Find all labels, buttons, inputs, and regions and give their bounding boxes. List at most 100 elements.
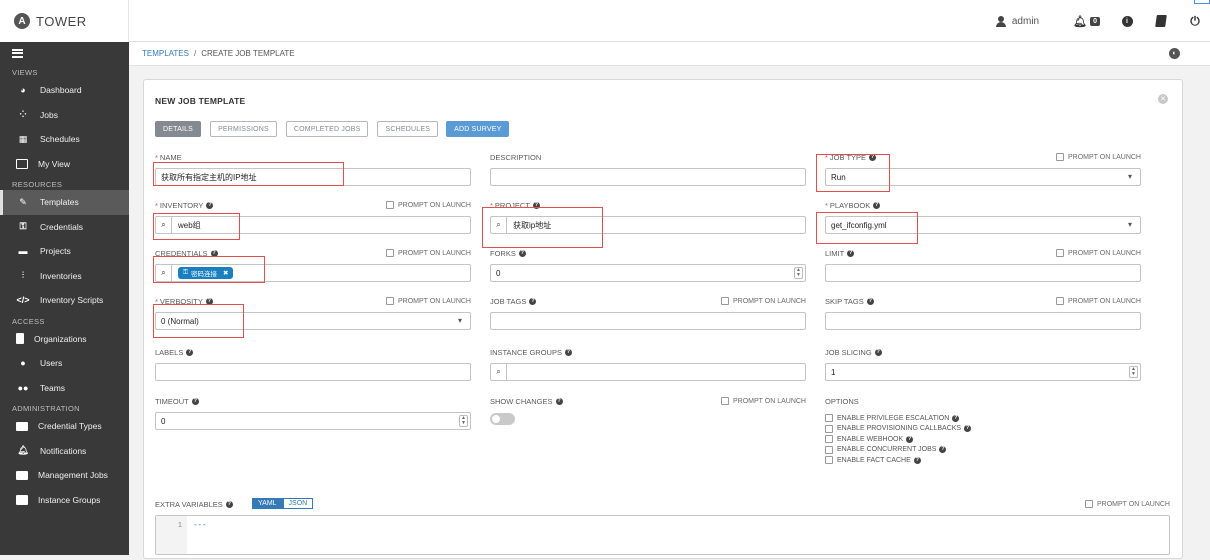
logout-button[interactable]: ⏻ xyxy=(1188,14,1202,28)
help-icon[interactable]: ? xyxy=(874,349,882,356)
help-icon[interactable]: ? xyxy=(532,202,540,209)
tab-schedules[interactable]: SCHEDULES xyxy=(377,121,439,137)
json-toggle-button[interactable]: JSON xyxy=(282,498,314,509)
help-icon[interactable]: ? xyxy=(518,250,526,257)
notifications-button[interactable]: 🔔︎ 0 xyxy=(1073,14,1100,28)
help-icon[interactable]: ? xyxy=(529,298,537,305)
stepper-icon[interactable]: ▲ ▼ xyxy=(1129,366,1138,378)
breadcrumb-templates-link[interactable]: TEMPLATES xyxy=(142,49,189,58)
sidebar-item-dashboard[interactable]: ◕ Dashboard xyxy=(0,78,129,103)
help-icon[interactable]: ? xyxy=(906,435,914,443)
inventory-lookup[interactable]: ⌕ web组 xyxy=(155,216,471,234)
extra-variables-prompt-on-launch[interactable]: PROMPT ON LAUNCH xyxy=(1085,500,1170,508)
menu-toggle-button[interactable] xyxy=(0,42,129,64)
line-number: 1 xyxy=(156,516,187,554)
brand-logo[interactable]: A TOWER xyxy=(0,0,129,42)
about-button[interactable]: i xyxy=(1120,14,1134,28)
remove-tag-icon[interactable]: ✖ xyxy=(223,269,228,277)
search-icon[interactable]: ⌕ xyxy=(156,217,172,233)
help-icon[interactable]: ? xyxy=(191,398,199,405)
verbosity-field: * VERBOSITY? PROMPT ON LAUNCH 0 (Normal) xyxy=(155,297,471,331)
sidebar-item-credential-types[interactable]: Credential Types xyxy=(0,414,129,439)
help-icon[interactable]: ? xyxy=(866,298,874,305)
job-tags-input[interactable] xyxy=(490,312,806,330)
description-input[interactable] xyxy=(490,168,806,186)
help-icon[interactable]: ? xyxy=(873,202,881,209)
sidebar-item-notifications[interactable]: 🔔︎ Notifications xyxy=(0,439,129,464)
sidebar-item-inventories[interactable]: ⫶ Inventories xyxy=(0,264,129,289)
sidebar-item-instance-groups[interactable]: Instance Groups xyxy=(0,488,129,513)
skip-tags-prompt-on-launch[interactable]: PROMPT ON LAUNCH xyxy=(1056,297,1141,305)
enable-fact-cache-checkbox[interactable]: ENABLE FACT CACHE? xyxy=(825,455,971,466)
name-input[interactable]: 获取所有指定主机的IP地址 xyxy=(155,168,471,186)
job-slicing-input[interactable]: 1 ▲ ▼ xyxy=(825,363,1141,381)
close-icon[interactable]: ✕ xyxy=(1158,94,1168,104)
sidebar-item-inventory-scripts[interactable]: </> Inventory Scripts xyxy=(0,288,129,313)
sidebar-item-schedules[interactable]: ▦ Schedules xyxy=(0,127,129,152)
forks-input[interactable]: 0 ▲ ▼ xyxy=(490,264,806,282)
stepper-icon[interactable]: ▲ ▼ xyxy=(794,267,803,279)
help-icon[interactable]: ? xyxy=(964,425,972,433)
playbook-select[interactable]: get_ifconfig.yml xyxy=(825,216,1141,234)
help-icon[interactable]: ? xyxy=(210,250,218,257)
help-icon[interactable]: ? xyxy=(952,414,960,422)
inventory-value: web组 xyxy=(178,220,201,230)
search-icon[interactable]: ⌕ xyxy=(156,265,172,281)
project-lookup[interactable]: ⌕ 获取ip地址 xyxy=(490,216,806,234)
add-survey-button[interactable]: ADD SURVEY xyxy=(446,121,510,137)
credentials-lookup[interactable]: ⌕ ⚿ 密码连接 ✖ xyxy=(155,264,471,282)
inventory-prompt-on-launch[interactable]: PROMPT ON LAUNCH xyxy=(386,201,471,209)
labels-input[interactable] xyxy=(155,363,471,381)
limit-input[interactable] xyxy=(825,264,1141,282)
enable-webhook-checkbox[interactable]: ENABLE WEBHOOK? xyxy=(825,434,971,445)
sidebar-item-credentials[interactable]: ⚿ Credentials xyxy=(0,215,129,240)
instance-groups-lookup[interactable]: ⌕ xyxy=(490,363,806,381)
sidebar-item-label: Projects xyxy=(40,246,71,257)
user-menu[interactable]: admin xyxy=(995,15,1039,27)
inventory-label: INVENTORY xyxy=(159,201,204,210)
help-icon[interactable]: ? xyxy=(913,456,921,464)
show-changes-prompt-on-launch[interactable]: PROMPT ON LAUNCH xyxy=(721,397,806,405)
help-icon[interactable]: ? xyxy=(225,501,233,508)
credentials-prompt-on-launch[interactable]: PROMPT ON LAUNCH xyxy=(386,249,471,257)
help-icon[interactable]: ? xyxy=(206,202,214,209)
sidebar-item-projects[interactable]: ▬ Projects xyxy=(0,239,129,264)
help-icon[interactable]: ? xyxy=(869,154,877,161)
skip-tags-input[interactable] xyxy=(825,312,1141,330)
timeout-input[interactable]: 0 ▲ ▼ xyxy=(155,412,471,430)
show-changes-toggle[interactable] xyxy=(490,413,515,425)
search-icon[interactable]: ⌕ xyxy=(491,217,507,233)
stepper-icon[interactable]: ▲ ▼ xyxy=(459,415,468,427)
tab-details[interactable]: DETAILS xyxy=(155,121,202,137)
enable-provisioning-callbacks-checkbox[interactable]: ENABLE PROVISIONING CALLBACKS? xyxy=(825,424,972,435)
enable-privilege-escalation-checkbox[interactable]: ENABLE PRIVILEGE ESCALATION? xyxy=(825,413,971,424)
search-icon[interactable]: ⌕ xyxy=(491,364,507,380)
extra-variables-editor[interactable]: 1 --- xyxy=(155,515,1170,555)
sidebar-item-management-jobs[interactable]: Management Jobs xyxy=(0,463,129,488)
help-icon[interactable]: ? xyxy=(939,446,947,454)
yaml-toggle-button[interactable]: YAML xyxy=(252,498,283,509)
activity-stream-icon[interactable]: ◐ xyxy=(1169,48,1180,59)
sidebar-item-templates[interactable]: ✎ Templates xyxy=(0,190,129,215)
job-tags-prompt-on-launch[interactable]: PROMPT ON LAUNCH xyxy=(721,297,806,305)
help-icon[interactable]: ? xyxy=(205,298,213,305)
sidebar-item-my-view[interactable]: My View xyxy=(0,152,129,177)
help-icon[interactable]: ? xyxy=(847,250,855,257)
docs-button[interactable] xyxy=(1154,14,1168,28)
tab-permissions[interactable]: PERMISSIONS xyxy=(210,121,277,137)
sidebar-item-organizations[interactable]: Organizations xyxy=(0,327,129,352)
sidebar-item-users[interactable]: ● Users xyxy=(0,351,129,376)
tab-completed-jobs[interactable]: COMPLETED JOBS xyxy=(285,121,369,137)
sidebar-item-jobs[interactable]: ⁘ Jobs xyxy=(0,103,129,128)
sidebar-item-teams[interactable]: ●● Teams xyxy=(0,376,129,401)
help-icon[interactable]: ? xyxy=(564,349,572,356)
verbosity-select[interactable]: 0 (Normal) xyxy=(155,312,471,330)
job-type-prompt-on-launch[interactable]: PROMPT ON LAUNCH xyxy=(1056,153,1141,161)
help-icon[interactable]: ? xyxy=(555,398,563,405)
job-type-select[interactable]: Run xyxy=(825,168,1141,186)
extra-variables-field: EXTRA VARIABLES? YAML JSON PROMPT ON LAU… xyxy=(155,498,1170,560)
help-icon[interactable]: ? xyxy=(186,349,194,356)
verbosity-prompt-on-launch[interactable]: PROMPT ON LAUNCH xyxy=(386,297,471,305)
enable-concurrent-jobs-checkbox[interactable]: ENABLE CONCURRENT JOBS? xyxy=(825,445,971,456)
limit-prompt-on-launch[interactable]: PROMPT ON LAUNCH xyxy=(1056,249,1141,257)
